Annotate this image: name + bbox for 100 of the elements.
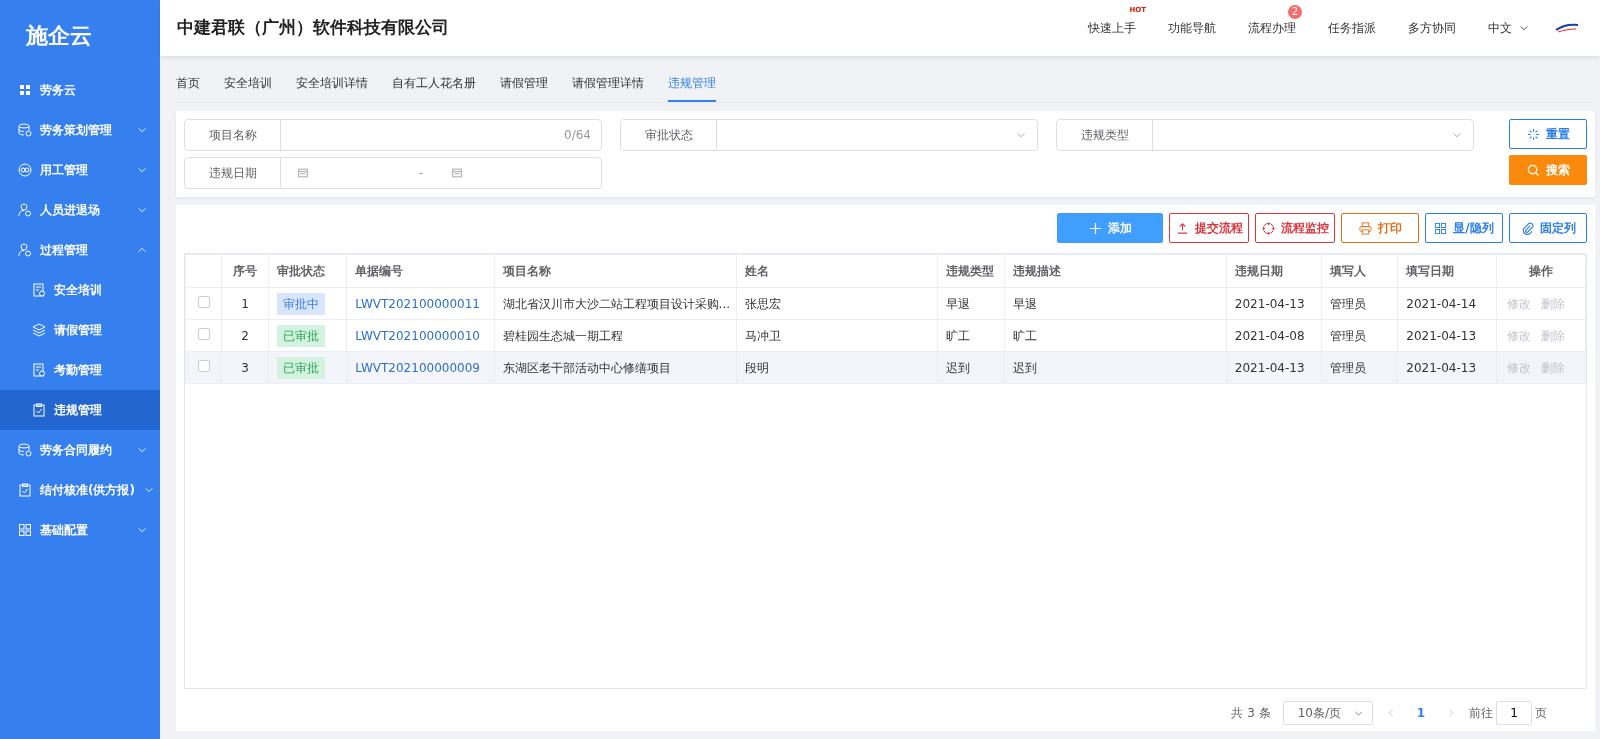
sidebar-item[interactable]: 过程管理 (0, 230, 160, 270)
user-icon (18, 203, 32, 217)
page-tab[interactable]: 违规管理 (668, 72, 716, 102)
printer-icon (1358, 221, 1372, 235)
page-tab[interactable]: 请假管理 (500, 72, 548, 102)
brand-logo-icon (1554, 22, 1580, 34)
page-tab[interactable]: 自有工人花名册 (392, 72, 476, 102)
sidebar-subitem[interactable]: 违规管理 (0, 390, 160, 430)
clipboard-icon (32, 403, 46, 417)
plus-icon (1088, 221, 1102, 235)
table-cell: 段明 (744, 360, 769, 375)
sidebar-item[interactable]: 结付核准(供方报) (0, 470, 160, 510)
page-size-select[interactable]: 10条/页 (1282, 701, 1373, 725)
page-tab[interactable]: 安全培训 (224, 72, 272, 102)
column-header: 单据编号 (346, 254, 495, 288)
table-cell: 张思宏 (744, 296, 781, 311)
table-cell: 东湖区老干部活动中心修缮项目 (502, 360, 671, 375)
search-icon (1526, 163, 1540, 177)
sidebar-header[interactable]: 劳务云 (0, 70, 160, 110)
column-header: 违规日期 (1226, 254, 1322, 288)
page-tab[interactable]: 安全培训详情 (296, 72, 368, 102)
layers-icon (32, 323, 46, 337)
header-nav-link[interactable]: 任务指派 (1328, 21, 1376, 35)
header-nav-link[interactable]: 多方协同 (1408, 21, 1456, 35)
goto-label: 前往 (1469, 705, 1493, 722)
table-cell: 2 (241, 328, 249, 343)
toolbar-button[interactable]: 打印 (1341, 213, 1419, 243)
page-suffix: 页 (1535, 705, 1547, 722)
sidebar-item[interactable]: 用工管理 (0, 150, 160, 190)
table-cell: 迟到 (946, 360, 971, 375)
table-cell: 2021-04-14 (1406, 296, 1477, 311)
table-cell: 2021-04-13 (1234, 360, 1305, 375)
upload-icon (1175, 221, 1189, 235)
table-cell: 早退 (946, 296, 971, 311)
column-header: 填写日期 (1397, 254, 1497, 288)
status-tag: 已审批 (276, 324, 325, 347)
column-header: 操作 (1496, 254, 1586, 288)
page-number[interactable]: 1 (1416, 704, 1425, 722)
sidebar-subitem[interactable]: 考勤管理 (0, 350, 160, 390)
table-cell: 管理员 (1329, 296, 1366, 311)
table-cell: 碧桂园生态城一期工程 (502, 328, 623, 343)
header-nav-link[interactable]: 快速上手 (1088, 21, 1136, 35)
row-checkbox[interactable] (197, 327, 210, 340)
table-cell: 2021-04-13 (1406, 328, 1477, 343)
grid-icon (1434, 221, 1448, 235)
table-cell: 迟到 (1012, 360, 1037, 375)
company-title: 中建君联（广州）软件科技有限公司 (177, 16, 450, 40)
table-cell: 2021-04-13 (1406, 360, 1477, 375)
table-cell: 旷工 (1012, 328, 1037, 343)
sidebar-item[interactable]: 劳务合同履约 (0, 430, 160, 470)
logo-text: 施企云 (26, 21, 92, 50)
grid-icon (18, 523, 32, 537)
table-cell: 1 (241, 296, 249, 311)
table-cell: 马冲卫 (744, 328, 781, 343)
sidebar-subitem[interactable]: 请假管理 (0, 310, 160, 350)
sidebar-item[interactable]: 人员进退场 (0, 190, 160, 230)
column-header: 审批状态 (268, 254, 347, 288)
column-header: 违规类型 (937, 254, 1005, 288)
table-cell: 管理员 (1329, 328, 1366, 343)
database-icon (18, 123, 32, 137)
crosshair-icon (1261, 221, 1275, 235)
table-cell: 湖北省汉川市大沙二站工程项目设计采购... (502, 296, 731, 311)
column-header: 姓名 (736, 254, 938, 288)
user-icon (18, 243, 32, 257)
reset-button[interactable]: 重置 (1509, 119, 1587, 149)
table-cell: 旷工 (946, 328, 971, 343)
search-button[interactable]: 搜索 (1509, 155, 1587, 185)
toolbar-button[interactable]: 流程监控 (1255, 213, 1335, 243)
column-header: 违规描述 (1004, 254, 1227, 288)
table-cell: 3 (241, 360, 249, 375)
page-tab[interactable]: 首页 (176, 72, 200, 102)
toolbar-button[interactable]: 添加 (1057, 213, 1163, 243)
database-icon (18, 443, 32, 457)
sidebar-item[interactable]: 基础配置 (0, 510, 160, 550)
table-cell: 2021-04-13 (1234, 296, 1305, 311)
status-tag: 已审批 (276, 356, 325, 379)
row-checkbox[interactable] (197, 359, 210, 372)
status-tag: 审批中 (276, 292, 325, 315)
header-nav-link[interactable]: 功能导航 (1168, 21, 1216, 35)
coin-icon (18, 163, 32, 177)
column-header: 项目名称 (494, 254, 737, 288)
paperclip-icon (1520, 221, 1534, 235)
toolbar-button[interactable]: 固定列 (1509, 213, 1587, 243)
reset-icon (1526, 127, 1540, 141)
language-select[interactable]: 中文 (1488, 19, 1530, 37)
page-input[interactable]: 1 (1496, 701, 1532, 725)
table-cell: 2021-04-08 (1234, 328, 1305, 343)
toolbar-button[interactable]: 显/隐列 (1425, 213, 1503, 243)
toolbar-button[interactable]: 提交流程 (1169, 213, 1249, 243)
total-count: 共 3 条 (1231, 705, 1271, 722)
grid-icon (18, 83, 32, 97)
column-header: 填写人 (1321, 254, 1398, 288)
page-tab[interactable]: 请假管理详情 (572, 72, 644, 102)
header-nav-link[interactable]: 流程办理 (1248, 21, 1296, 35)
count-badge: 2 (1287, 5, 1302, 19)
sidebar-subitem[interactable]: 安全培训 (0, 270, 160, 310)
column-header: 序号 (221, 254, 269, 288)
document-icon (32, 283, 46, 297)
sidebar-item[interactable]: 劳务策划管理 (0, 110, 160, 150)
row-checkbox[interactable] (197, 295, 210, 308)
